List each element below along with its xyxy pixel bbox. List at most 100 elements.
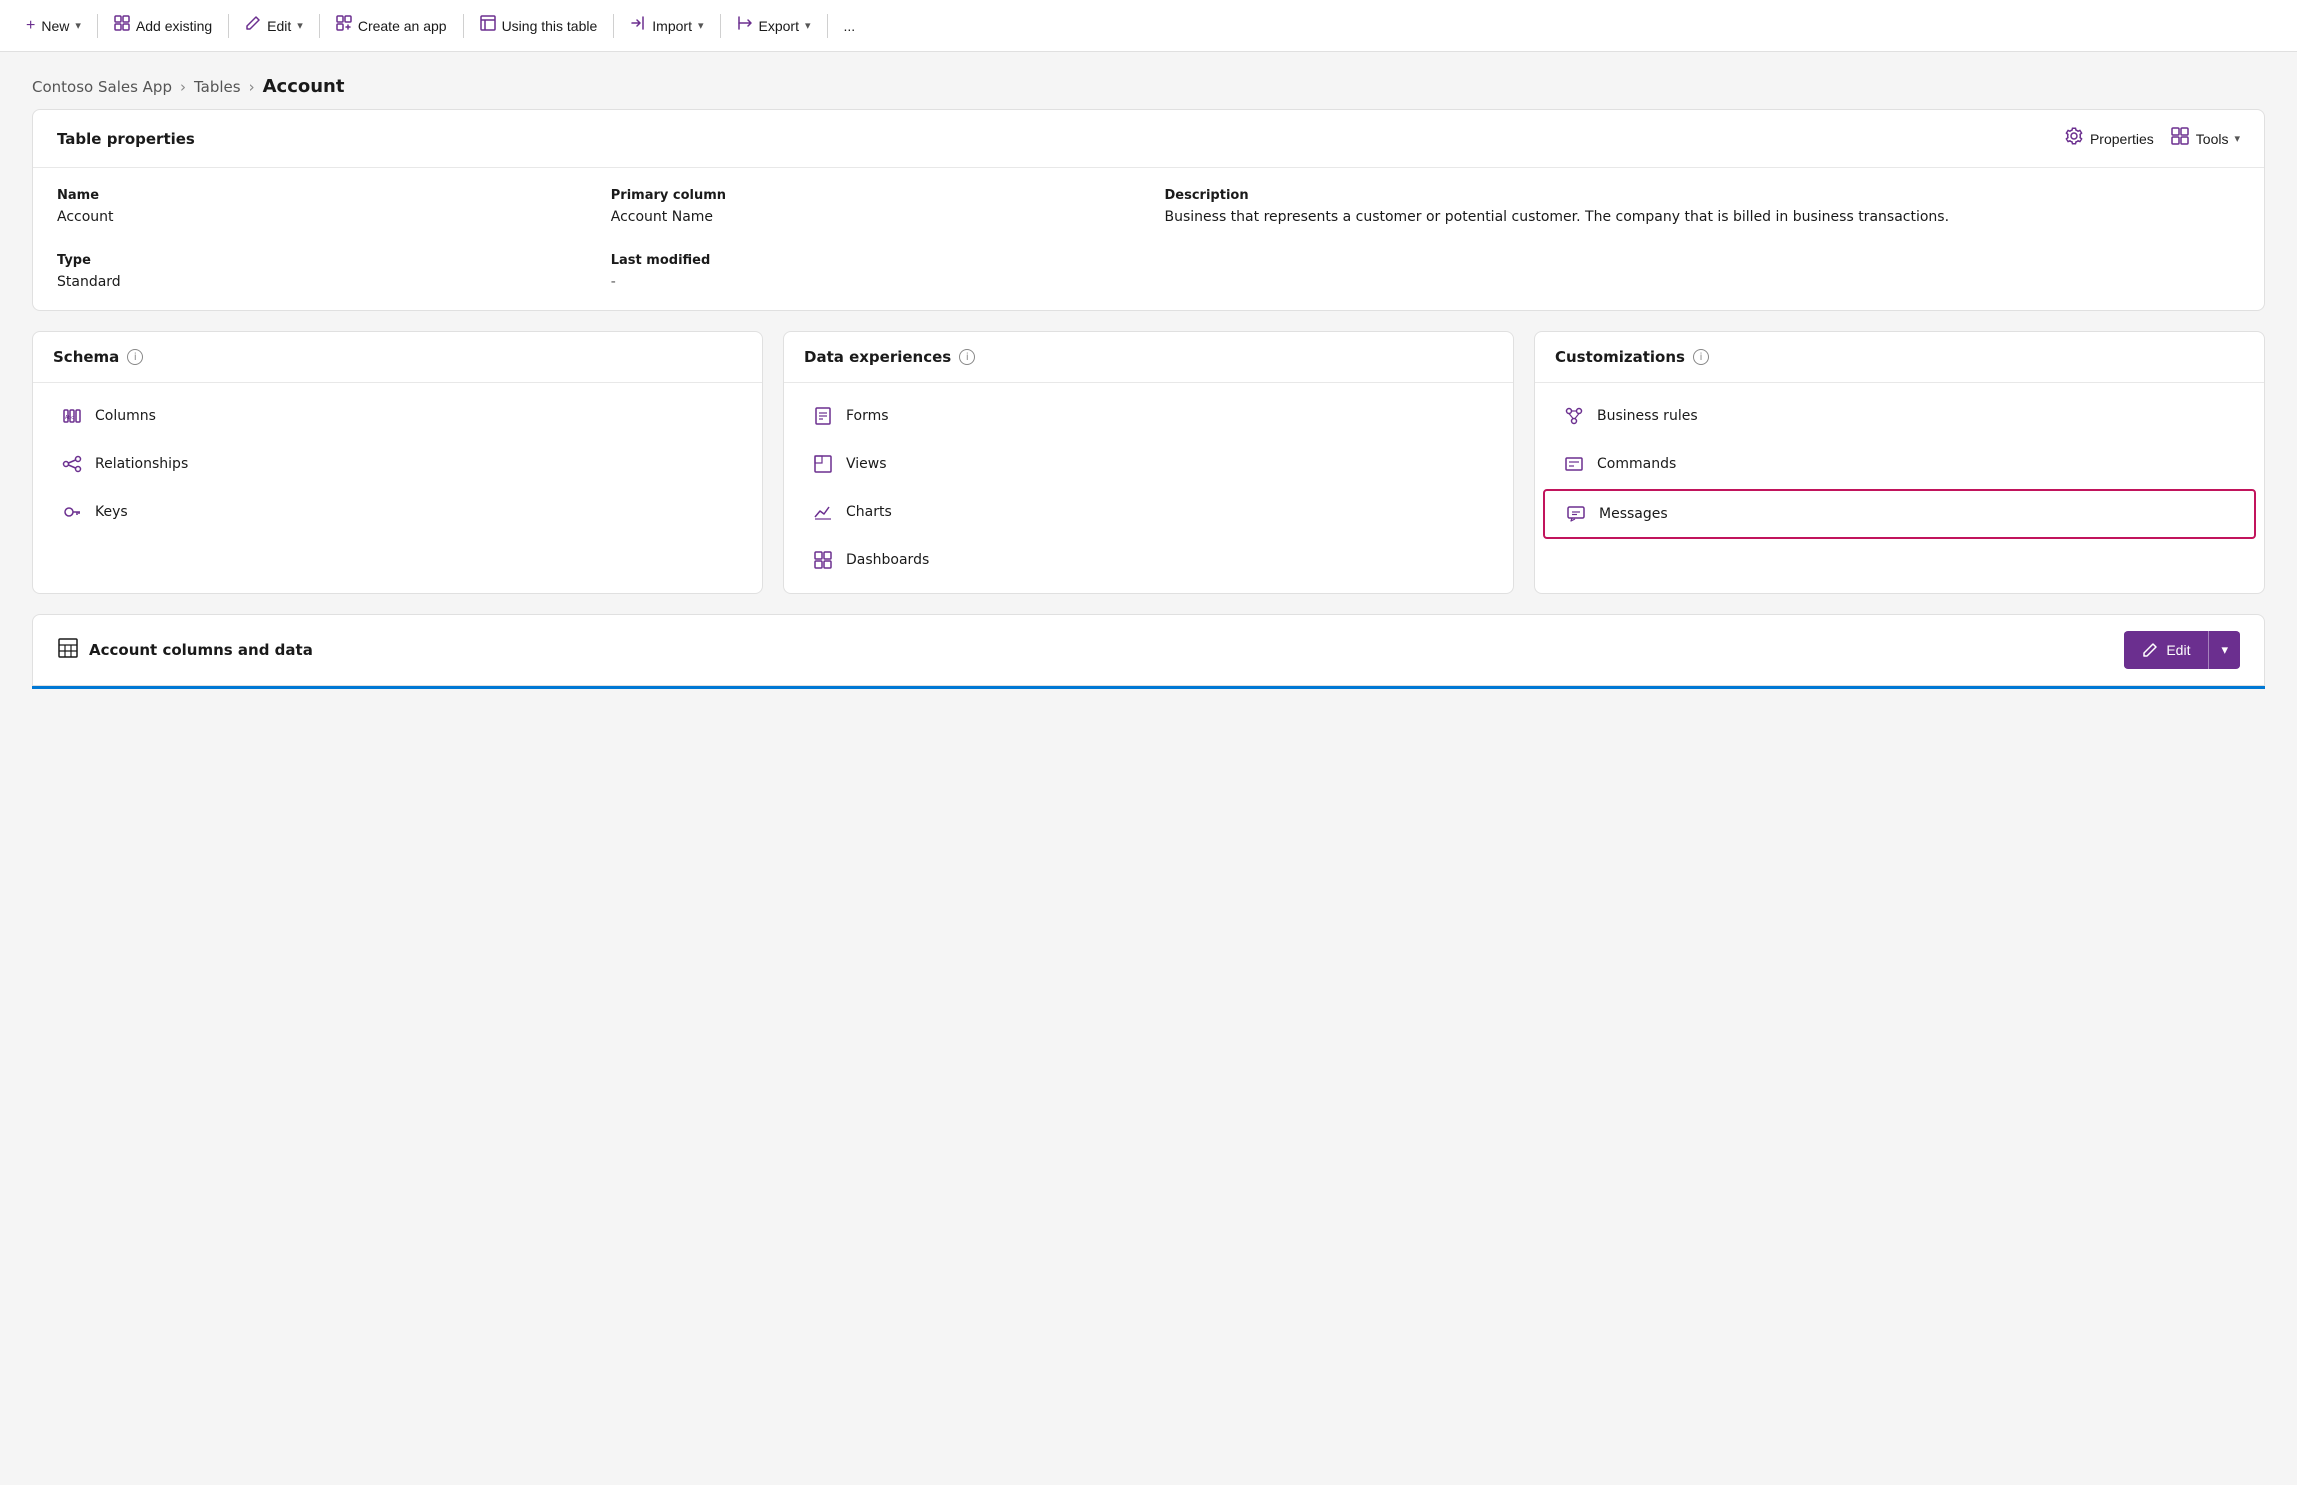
import-icon — [630, 15, 646, 36]
bottom-progress-bar — [32, 686, 2265, 689]
keys-label: Keys — [95, 504, 128, 520]
properties-label: Properties — [2090, 131, 2154, 147]
breadcrumb-bar: Contoso Sales App › Tables › Account — [0, 52, 2297, 109]
business-rules-label: Business rules — [1597, 408, 1698, 424]
dashboards-item[interactable]: Dashboards — [792, 537, 1505, 583]
add-existing-button[interactable]: Add existing — [104, 9, 222, 42]
new-label: New — [41, 18, 69, 34]
table-properties-card: Table properties Properties — [32, 109, 2265, 311]
main-content: Table properties Properties — [0, 109, 2297, 721]
new-button[interactable]: + New ▾ — [16, 11, 91, 41]
toolbar-divider-5 — [613, 14, 614, 38]
data-experiences-items: Forms Views — [784, 383, 1513, 593]
dashboards-icon — [812, 549, 834, 571]
description-group: Description Business that represents a c… — [1165, 188, 2241, 290]
more-button[interactable]: ... — [834, 12, 866, 40]
add-existing-label: Add existing — [136, 18, 212, 34]
edit-main-button[interactable]: Edit — [2124, 632, 2208, 668]
edit-toolbar-button[interactable]: Edit ▾ — [235, 9, 313, 42]
data-experiences-header: Data experiences i — [784, 332, 1513, 383]
import-chevron: ▾ — [698, 19, 704, 32]
breadcrumb-current: Account — [263, 76, 345, 97]
bottom-bar: Account columns and data Edit ▾ — [32, 614, 2265, 686]
svg-text:Abc: Abc — [65, 415, 74, 421]
tools-button[interactable]: Tools ▾ — [2170, 126, 2240, 151]
commands-icon — [1563, 453, 1585, 475]
bottom-bar-title-group: Account columns and data — [57, 637, 313, 663]
name-value: Account — [57, 209, 595, 225]
using-table-icon — [480, 15, 496, 36]
edit-chevron-button[interactable]: ▾ — [2209, 632, 2240, 668]
export-chevron: ▾ — [805, 19, 811, 32]
tools-icon — [2170, 126, 2190, 151]
views-item[interactable]: Views — [792, 441, 1505, 487]
commands-label: Commands — [1597, 456, 1676, 472]
customizations-items: Business rules Commands — [1535, 383, 2264, 549]
create-app-button[interactable]: Create an app — [326, 9, 457, 42]
breadcrumb-sep-1: › — [180, 78, 186, 96]
forms-item[interactable]: Forms — [792, 393, 1505, 439]
forms-icon — [812, 405, 834, 427]
export-button[interactable]: Export ▾ — [727, 9, 821, 42]
messages-icon — [1565, 503, 1587, 525]
type-value: Standard — [57, 274, 595, 290]
business-rules-item[interactable]: Business rules — [1543, 393, 2256, 439]
charts-item[interactable]: Charts — [792, 489, 1505, 535]
columns-icon: Abc — [61, 405, 83, 427]
charts-icon — [812, 501, 834, 523]
tools-chevron: ▾ — [2234, 132, 2240, 145]
schema-card: Schema i Abc Columns — [32, 331, 763, 594]
primary-column-value: Account Name — [611, 209, 1149, 225]
customizations-info-icon[interactable]: i — [1693, 349, 1709, 365]
properties-button[interactable]: Properties — [2064, 126, 2154, 151]
views-icon — [812, 453, 834, 475]
messages-label: Messages — [1599, 506, 1668, 522]
toolbar-divider-1 — [97, 14, 98, 38]
columns-label: Columns — [95, 408, 156, 424]
import-label: Import — [652, 18, 692, 34]
gear-icon — [2064, 126, 2084, 151]
data-experiences-title: Data experiences — [804, 348, 951, 366]
columns-item[interactable]: Abc Columns — [41, 393, 754, 439]
name-label: Name — [57, 188, 595, 203]
business-rules-icon — [1563, 405, 1585, 427]
import-button[interactable]: Import ▾ — [620, 9, 713, 42]
props-grid: Name Account Type Standard Primary colum… — [33, 168, 2264, 310]
using-table-button[interactable]: Using this table — [470, 9, 608, 42]
relationships-label: Relationships — [95, 456, 188, 472]
description-value: Business that represents a customer or p… — [1165, 209, 2241, 225]
schema-info-icon[interactable]: i — [127, 349, 143, 365]
primary-column-label: Primary column — [611, 188, 1149, 203]
export-icon — [737, 15, 753, 36]
tools-label: Tools — [2196, 131, 2229, 147]
breadcrumb-tables[interactable]: Tables — [194, 78, 241, 96]
messages-item[interactable]: Messages — [1543, 489, 2256, 539]
edit-chevron: ▾ — [297, 19, 303, 32]
customizations-header: Customizations i — [1535, 332, 2264, 383]
breadcrumb: Contoso Sales App › Tables › Account — [32, 76, 2265, 97]
keys-item[interactable]: Keys — [41, 489, 754, 535]
card-header: Table properties Properties — [33, 110, 2264, 168]
card-header-actions: Properties Tools ▾ — [2064, 126, 2240, 151]
dashboards-label: Dashboards — [846, 552, 929, 568]
data-experiences-info-icon[interactable]: i — [959, 349, 975, 365]
schema-title: Schema — [53, 348, 119, 366]
forms-label: Forms — [846, 408, 889, 424]
customizations-title: Customizations — [1555, 348, 1685, 366]
toolbar-divider-7 — [827, 14, 828, 38]
customizations-card: Customizations i Bus — [1534, 331, 2265, 594]
cards-row: Schema i Abc Columns — [32, 331, 2265, 594]
type-label: Type — [57, 253, 595, 268]
breadcrumb-app[interactable]: Contoso Sales App — [32, 78, 172, 96]
primary-col-group: Primary column Account Name Last modifie… — [611, 188, 1149, 290]
commands-item[interactable]: Commands — [1543, 441, 2256, 487]
edit-toolbar-label: Edit — [267, 18, 291, 34]
new-chevron: ▾ — [75, 19, 81, 32]
more-label: ... — [844, 18, 856, 34]
relationships-item[interactable]: Relationships — [41, 441, 754, 487]
using-table-label: Using this table — [502, 18, 598, 34]
bottom-bar-icon — [57, 637, 79, 663]
toolbar-divider-2 — [228, 14, 229, 38]
views-label: Views — [846, 456, 887, 472]
description-label: Description — [1165, 188, 2241, 203]
